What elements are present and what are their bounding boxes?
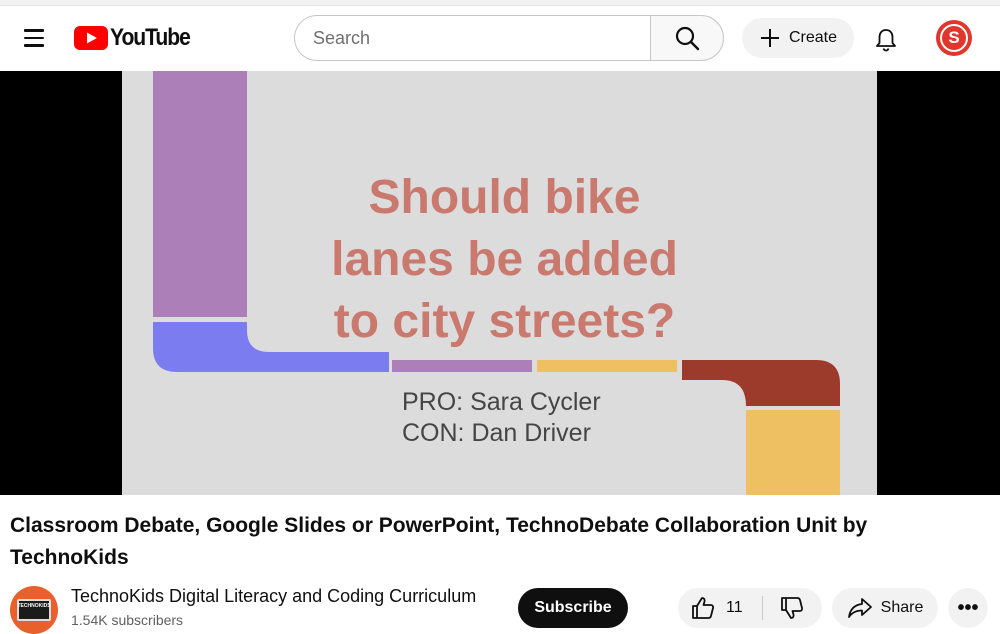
gold-bar-vertical xyxy=(746,410,840,495)
notifications-button[interactable] xyxy=(866,20,906,60)
slide-title-line-2: lanes be added xyxy=(331,233,678,286)
subscriber-count: 1.54K subscribers xyxy=(71,612,184,628)
create-button[interactable]: Create xyxy=(742,18,854,58)
video-player[interactable]: Should bike lanes be added to city stree… xyxy=(0,71,1000,495)
channel-name[interactable]: TechnoKids Digital Literacy and Coding C… xyxy=(71,586,476,607)
channel-avatar-label: TECHNOKIDS xyxy=(17,603,51,609)
search-button[interactable] xyxy=(650,15,724,61)
like-count: 11 xyxy=(726,599,743,616)
bell-icon xyxy=(876,29,896,52)
pro-debater: PRO: Sara Cycler xyxy=(402,388,601,416)
channel-avatar[interactable]: TECHNOKIDS xyxy=(10,586,58,634)
create-label: Create xyxy=(788,29,838,46)
more-actions-button[interactable]: ••• xyxy=(948,588,988,628)
youtube-logo[interactable]: YouTube xyxy=(74,24,201,52)
masthead: YouTube Create S xyxy=(0,6,1000,70)
maroon-corner-bar xyxy=(682,360,840,406)
dislike-button[interactable] xyxy=(763,588,821,628)
account-avatar[interactable]: S xyxy=(936,20,972,56)
search-box xyxy=(294,15,724,61)
like-dislike-group: 11 xyxy=(678,588,822,628)
share-icon xyxy=(847,598,872,618)
youtube-play-icon xyxy=(74,26,108,50)
laptop-icon: TECHNOKIDS xyxy=(17,599,51,621)
gold-bar-horizontal xyxy=(537,360,677,372)
slide-title-line-1: Should bike xyxy=(368,171,641,224)
thumbs-down-icon xyxy=(781,597,804,619)
lilac-bar-horizontal xyxy=(392,360,532,372)
share-label: Share xyxy=(880,599,924,616)
menu-icon[interactable] xyxy=(14,18,54,58)
slide-title-line-3: to city streets? xyxy=(333,295,676,348)
logo-text: YouTube xyxy=(110,24,191,51)
con-debater: CON: Dan Driver xyxy=(402,419,591,447)
slide-debaters: PRO: Sara Cycler CON: Dan Driver xyxy=(402,387,601,449)
avatar-letter: S xyxy=(940,24,968,52)
share-button[interactable]: Share xyxy=(832,588,938,628)
search-icon xyxy=(675,26,700,51)
thumbs-up-icon xyxy=(692,597,715,619)
video-frame-slide: Should bike lanes be added to city stree… xyxy=(122,71,877,495)
video-title: Classroom Debate, Google Slides or Power… xyxy=(10,514,868,569)
slide-title: Should bike lanes be added to city stree… xyxy=(122,167,877,353)
plus-icon xyxy=(760,29,779,47)
search-input[interactable] xyxy=(294,15,650,61)
like-button[interactable]: 11 xyxy=(678,588,762,628)
subscribe-button[interactable]: Subscribe xyxy=(518,588,628,628)
